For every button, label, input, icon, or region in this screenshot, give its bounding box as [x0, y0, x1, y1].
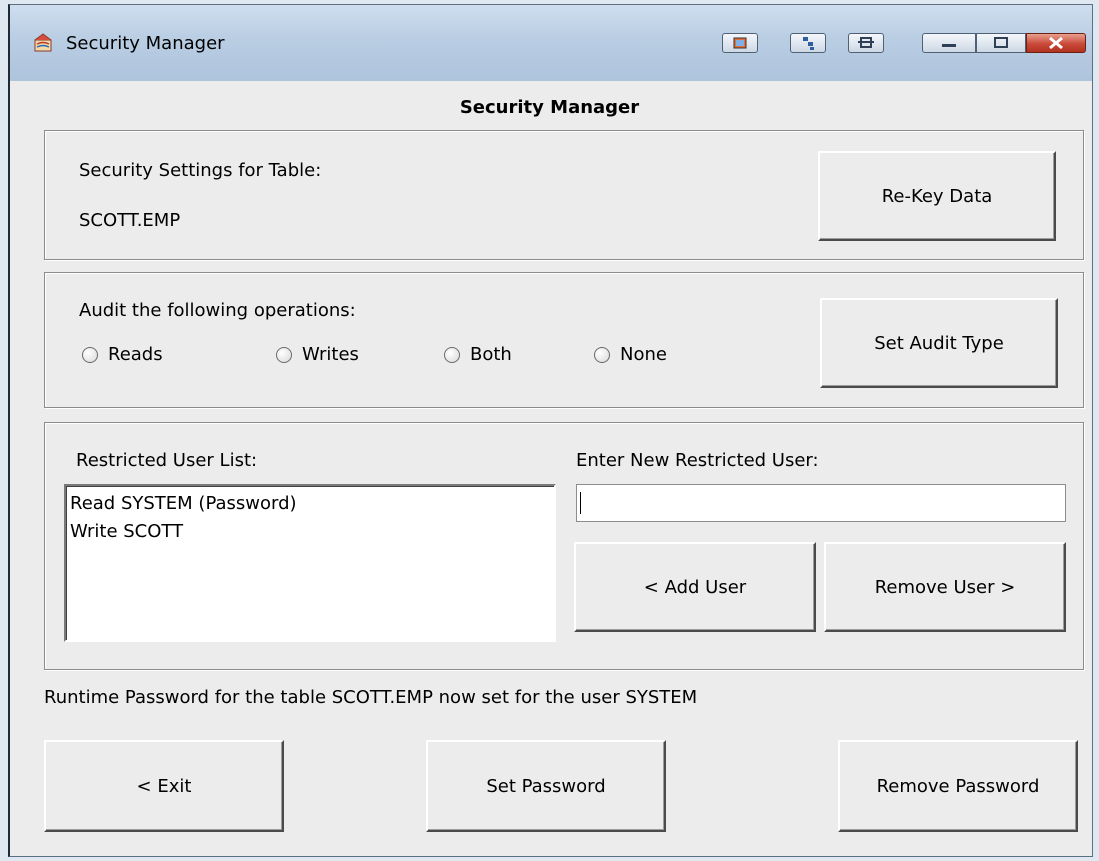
remove-user-button[interactable]: Remove User >: [824, 542, 1066, 632]
list-item[interactable]: Read SYSTEM (Password): [70, 490, 550, 518]
maximize-icon: [994, 37, 1008, 48]
table-name: SCOTT.EMP: [79, 210, 181, 231]
remove-password-button[interactable]: Remove Password: [838, 740, 1078, 832]
radio-both[interactable]: Both: [444, 344, 512, 365]
window-title: Security Manager: [66, 33, 225, 54]
pin-icon: [858, 37, 874, 48]
radio-both-circle[interactable]: [444, 346, 460, 363]
radio-none-label: None: [620, 344, 667, 365]
text-caret: [580, 492, 581, 514]
close-icon: [1049, 36, 1063, 50]
java-console-button[interactable]: [722, 33, 758, 53]
radio-writes-label: Writes: [302, 344, 359, 365]
close-button[interactable]: [1026, 33, 1086, 53]
exit-button[interactable]: < Exit: [44, 740, 284, 832]
radio-writes[interactable]: Writes: [276, 344, 359, 365]
page-heading: Security Manager: [459, 97, 640, 118]
radio-both-label: Both: [470, 344, 512, 365]
app-icon: [34, 33, 52, 52]
network-icon: [803, 37, 814, 50]
add-user-button[interactable]: < Add User: [574, 542, 816, 632]
new-user-label: Enter New Restricted User:: [576, 450, 819, 471]
set-password-button[interactable]: Set Password: [426, 740, 666, 832]
network-button[interactable]: [790, 33, 826, 53]
minimize-button[interactable]: [922, 33, 976, 53]
pin-button[interactable]: [848, 33, 884, 53]
set-audit-type-button[interactable]: Set Audit Type: [820, 298, 1058, 388]
maximize-button[interactable]: [976, 33, 1026, 53]
rekey-data-button[interactable]: Re-Key Data: [818, 151, 1056, 241]
settings-label: Security Settings for Table:: [79, 160, 322, 181]
restricted-list-label: Restricted User List:: [76, 450, 258, 471]
radio-reads[interactable]: Reads: [82, 344, 163, 365]
radio-none-circle[interactable]: [594, 346, 610, 363]
list-item[interactable]: Write SCOTT: [70, 518, 550, 546]
radio-none[interactable]: None: [594, 344, 667, 365]
java-console-icon: [733, 37, 747, 49]
restricted-user-list[interactable]: Read SYSTEM (Password) Write SCOTT: [64, 484, 556, 642]
radio-reads-circle[interactable]: [82, 346, 98, 363]
new-user-input[interactable]: [576, 484, 1066, 522]
radio-writes-circle[interactable]: [276, 346, 292, 363]
minimize-icon: [942, 44, 956, 47]
title-bar[interactable]: Security Manager: [10, 5, 1092, 81]
status-text: Runtime Password for the table SCOTT.EMP…: [44, 687, 698, 708]
audit-label: Audit the following operations:: [79, 300, 356, 321]
radio-reads-label: Reads: [108, 344, 163, 365]
